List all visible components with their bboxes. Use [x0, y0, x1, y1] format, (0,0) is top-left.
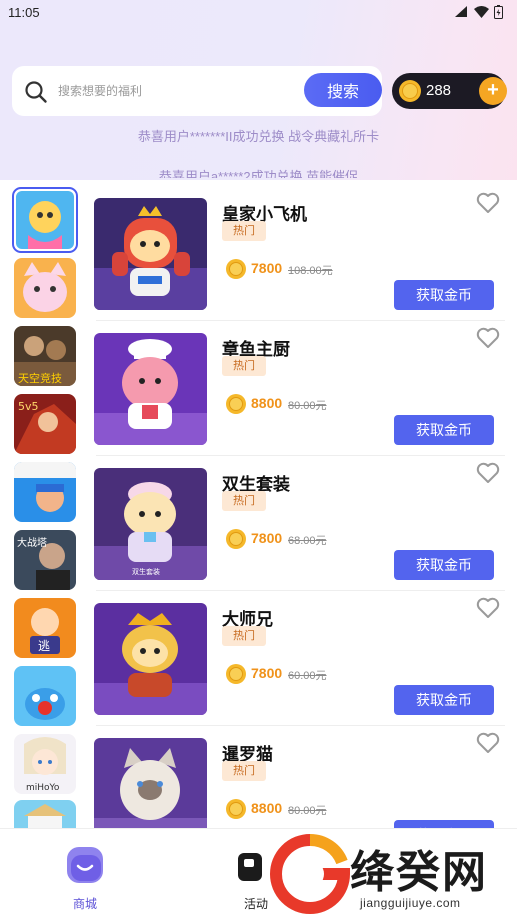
coin-icon: [226, 799, 246, 819]
ticker-line: 恭喜用户*******II成功兑换 战令典藏礼所卡: [137, 129, 380, 144]
coin-icon: [226, 394, 246, 414]
game-ball-icon: [14, 666, 76, 726]
status-bar: 11:05: [0, 0, 517, 24]
coin-icon: [399, 80, 421, 102]
game-battle-icon: 大战塔: [14, 530, 76, 590]
coin-icon: [226, 259, 246, 279]
product-image: [94, 603, 207, 715]
game-cat-icon: [14, 258, 76, 318]
character-twin-illustration: 双生套装: [94, 468, 207, 580]
sidebar-game-label: 天空竞技: [18, 371, 62, 385]
sidebar-game-runner[interactable]: [14, 462, 76, 522]
redeem-ticker: 恭喜用户*******II成功兑换 战令典藏礼所卡 恭喜用户a*****2成功兑…: [0, 122, 517, 178]
sidebar-game-ball[interactable]: [14, 666, 76, 726]
activity-tab-icon: [238, 853, 262, 881]
favorite-heart-icon[interactable]: [476, 192, 500, 214]
watermark-text: 绛癸网: [350, 848, 488, 897]
game-sidebar: 天空竞技 5v5 大战塔 逃 miHoYo: [0, 180, 86, 828]
favorite-heart-icon[interactable]: [476, 732, 500, 754]
sidebar-game-label: 逃: [38, 639, 50, 653]
hot-tag: 热门: [222, 491, 266, 511]
watermark-logo: [270, 834, 350, 914]
sidebar-game-battle[interactable]: 大战塔: [14, 530, 76, 590]
product-card: 大师兄 热门 7800 60.00元 获取金币: [90, 591, 505, 726]
product-list: 皇家小飞机 热门 7800 108.00元 获取金币 章鱼主厨 热门 8800 …: [90, 186, 505, 828]
sidebar-game-anime[interactable]: miHoYo: [14, 734, 76, 794]
sidebar-game-cat[interactable]: [14, 258, 76, 318]
search-button[interactable]: 搜索: [304, 73, 382, 107]
original-price: 80.00元: [288, 400, 327, 412]
original-price: 80.00元: [288, 805, 327, 817]
hot-tag: 热门: [222, 356, 266, 376]
game-eggy-icon: [16, 191, 74, 249]
character-plane-illustration: [94, 198, 207, 310]
image-caption: 双生套装: [132, 567, 160, 576]
product-card: 章鱼主厨 热门 8800 80.00元 获取金币: [90, 321, 505, 456]
add-coins-button[interactable]: +: [479, 77, 507, 105]
status-icons: [455, 5, 503, 19]
product-image: 双生套装: [94, 468, 207, 580]
battery-icon: [494, 5, 503, 19]
sidebar-game-eggy[interactable]: [12, 187, 78, 253]
svg-text:5v5: 5v5: [18, 400, 39, 413]
sidebar-game-temple[interactable]: [14, 800, 76, 828]
signal-icon: [455, 6, 467, 17]
get-coins-button[interactable]: 获取金币: [394, 415, 494, 445]
game-sky-icon: 天空竞技: [14, 326, 76, 386]
original-price: 68.00元: [288, 535, 327, 547]
hot-tag: 热门: [222, 761, 266, 781]
original-price: 108.00元: [288, 265, 333, 277]
ticker-line: 恭喜用户a*****2成功兑换 苗能催促: [158, 169, 359, 178]
coin-price: 7800: [251, 665, 283, 681]
status-time: 11:05: [8, 4, 40, 20]
coin-count: 288: [426, 82, 452, 99]
favorite-heart-icon[interactable]: [476, 327, 500, 349]
coin-icon: [226, 529, 246, 549]
tab-label: 商城: [72, 897, 97, 911]
get-coins-button[interactable]: 获取金币: [394, 280, 494, 310]
hot-tag: 热门: [222, 221, 266, 241]
character-monkey-illustration: [94, 603, 207, 715]
product-card: 暹罗猫 热门 8800 80.00元 获取金币: [90, 726, 505, 828]
coin-price: 8800: [251, 395, 283, 411]
mall-tab-icon: [67, 847, 103, 883]
character-siamese-cat-illustration: [94, 738, 207, 828]
sidebar-game-escape[interactable]: 逃: [14, 598, 76, 658]
game-temple-icon: [14, 800, 76, 828]
sidebar-game-label: miHoYo: [26, 783, 60, 793]
get-coins-button[interactable]: 获取金币: [394, 550, 494, 580]
game-anime-icon: miHoYo: [14, 734, 76, 794]
product-image: [94, 333, 207, 445]
favorite-heart-icon[interactable]: [476, 597, 500, 619]
hot-tag: 热门: [222, 626, 266, 646]
game-escape-icon: 逃: [14, 598, 76, 658]
watermark-url: jiangguijiuye.com: [360, 896, 461, 910]
wifi-icon: [474, 6, 489, 18]
search-input[interactable]: [58, 79, 288, 103]
site-watermark: 绛癸网 jiangguijiuye.com: [268, 826, 517, 919]
product-card: 皇家小飞机 热门 7800 108.00元 获取金币: [90, 186, 505, 321]
game-runner-icon: [14, 462, 76, 522]
product-image: [94, 198, 207, 310]
sidebar-game-sky[interactable]: 天空竞技: [14, 326, 76, 386]
get-coins-button[interactable]: 获取金币: [394, 685, 494, 715]
character-chef-illustration: [94, 333, 207, 445]
sidebar-game-label: 大战塔: [17, 536, 47, 549]
favorite-heart-icon[interactable]: [476, 462, 500, 484]
coin-icon: [226, 664, 246, 684]
sidebar-game-hero[interactable]: 5v5: [14, 394, 76, 454]
coin-price: 7800: [251, 530, 283, 546]
tab-label: 活动: [244, 897, 269, 911]
product-card: 双生套装 双生套装 热门 7800 68.00元 获取金币: [90, 456, 505, 591]
product-image: [94, 738, 207, 828]
coin-price: 8800: [251, 800, 283, 816]
tab-mall[interactable]: 商城: [60, 843, 110, 911]
coin-price: 7800: [251, 260, 283, 276]
search-bar: 搜索: [12, 66, 382, 116]
original-price: 60.00元: [288, 670, 327, 682]
search-icon: [25, 81, 47, 103]
game-hero-icon: 5v5: [14, 394, 76, 454]
